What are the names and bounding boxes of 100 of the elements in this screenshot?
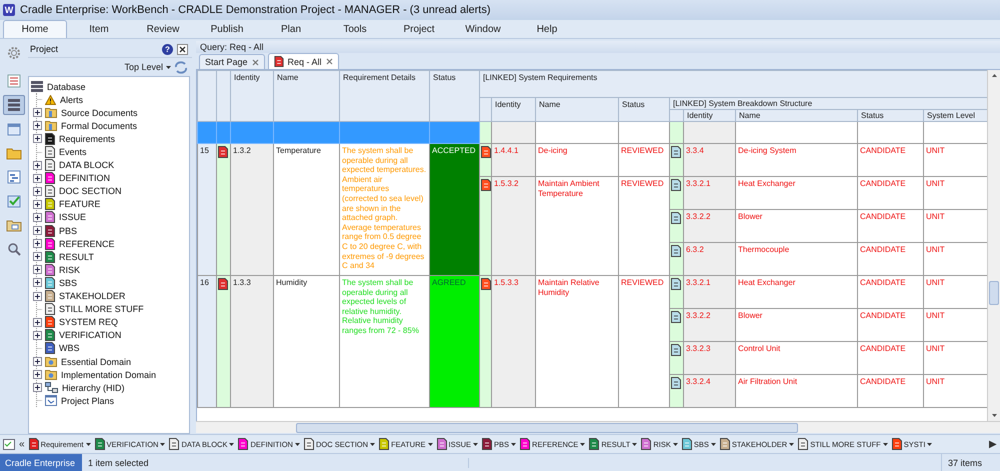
tree-item[interactable]: SYSTEM REQ xyxy=(59,317,118,328)
tree-item[interactable]: ISSUE xyxy=(59,212,86,222)
tree-item[interactable]: WBS xyxy=(59,343,80,354)
tree-item[interactable]: REFERENCE xyxy=(59,238,115,249)
column-header[interactable]: Name xyxy=(274,70,340,122)
caret-icon xyxy=(511,442,516,446)
ribbon-tab[interactable]: Home xyxy=(3,20,67,38)
close-button[interactable] xyxy=(177,44,188,54)
app-name: Cradle Enterprise xyxy=(0,454,82,471)
row-number: 16 xyxy=(198,276,216,408)
column-header[interactable]: Identity xyxy=(684,110,736,122)
document-tab[interactable]: Req - All xyxy=(268,53,339,69)
folder-icon xyxy=(45,107,57,118)
column-header[interactable]: Requirement Details xyxy=(340,70,430,122)
column-header[interactable]: System Level xyxy=(924,110,987,122)
tree-item[interactable]: RISK xyxy=(59,264,80,275)
expand-icon[interactable] xyxy=(33,265,42,274)
expand-icon[interactable] xyxy=(33,174,42,183)
scroll-right-button[interactable]: ▶ xyxy=(989,438,1000,450)
status-cell: AGREED xyxy=(430,276,480,408)
table-cell: 3.3.2.1 xyxy=(684,276,736,308)
expand-icon[interactable] xyxy=(33,121,42,130)
table-cell: 1.5.3.3 xyxy=(492,276,536,408)
table-cell: De-icing xyxy=(536,144,618,176)
expand-icon[interactable] xyxy=(33,278,42,288)
table-cell: 1.5.3.2 xyxy=(492,176,536,276)
tree-item[interactable]: STILL MORE STUFF xyxy=(59,304,144,314)
expand-icon[interactable] xyxy=(33,226,42,236)
caret-icon xyxy=(710,442,716,446)
expand-icon[interactable] xyxy=(33,108,42,118)
close-icon[interactable] xyxy=(252,58,259,66)
tree-item[interactable]: Hierarchy (HID) xyxy=(62,382,125,393)
tree-item[interactable]: SBS xyxy=(59,278,78,288)
tree-item[interactable]: DOC SECTION xyxy=(59,186,122,196)
caret-icon xyxy=(160,442,166,446)
expand-icon[interactable] xyxy=(33,200,42,209)
table-cell: 1.4.4.1 xyxy=(492,144,536,176)
hierarchy-icon xyxy=(45,382,58,394)
tree-item[interactable]: DEFINITION xyxy=(59,173,110,184)
tree-item[interactable]: VERIFICATION xyxy=(59,330,122,340)
ribbon-tab[interactable]: Help xyxy=(515,20,579,38)
expand-icon[interactable] xyxy=(33,357,42,366)
tree-item[interactable]: Requirements xyxy=(59,134,116,144)
expand-icon[interactable] xyxy=(33,134,42,144)
expand-icon[interactable] xyxy=(33,212,42,222)
scrollbar[interactable] xyxy=(987,70,1000,421)
column-header[interactable]: Name xyxy=(536,98,618,122)
document-icon xyxy=(671,146,681,158)
tree-item[interactable]: PBS xyxy=(59,226,78,236)
close-icon[interactable] xyxy=(326,58,333,65)
column-header[interactable]: Name xyxy=(736,110,858,122)
tree-item[interactable]: STAKEHOLDER xyxy=(59,291,126,302)
column-header[interactable]: Status xyxy=(618,98,670,122)
expand-icon[interactable] xyxy=(33,239,42,248)
tree-item[interactable]: Essential Domain xyxy=(61,356,132,367)
expand-icon[interactable] xyxy=(33,186,42,196)
column-header[interactable]: Identity xyxy=(492,98,536,122)
ribbon-tab[interactable]: Project xyxy=(387,20,451,38)
table-cell: 3.3.2.2 xyxy=(684,210,736,242)
caret-icon xyxy=(632,442,638,446)
tree-item[interactable]: FEATURE xyxy=(59,199,100,210)
scroll-thumb[interactable] xyxy=(296,422,798,432)
group-header: [LINKED] System Breakdown Structure xyxy=(670,98,987,110)
tree-item[interactable]: Alerts xyxy=(60,94,84,105)
scope-dropdown[interactable]: Top Level xyxy=(124,62,171,72)
ribbon-tab[interactable]: Publish xyxy=(195,20,259,38)
ribbon-tab[interactable]: Window xyxy=(451,20,515,38)
help-button[interactable]: ? xyxy=(162,44,173,54)
ribbon-tab[interactable]: Review xyxy=(131,20,195,38)
document-tab[interactable]: Start Page xyxy=(199,54,265,69)
tree-item[interactable]: Events xyxy=(59,147,87,158)
expand-icon[interactable] xyxy=(33,160,42,170)
expand-icon[interactable] xyxy=(33,330,42,340)
scrollbar[interactable] xyxy=(196,421,1000,433)
ribbon-tab[interactable]: Item xyxy=(67,20,131,38)
table-cell: Maintain Ambient Temperature xyxy=(536,176,618,276)
column-header[interactable]: Status xyxy=(430,70,480,122)
ribbon-tab[interactable]: Tools xyxy=(323,20,387,38)
expand-icon[interactable] xyxy=(33,318,42,327)
refresh-icon[interactable] xyxy=(174,60,188,74)
expand-icon[interactable] xyxy=(33,292,42,301)
tree-item[interactable]: Source Documents xyxy=(61,108,138,118)
column-header[interactable]: Status xyxy=(858,110,924,122)
tree-item[interactable]: Database xyxy=(47,82,86,92)
tree-item[interactable]: RESULT xyxy=(59,252,94,262)
checklist-icon[interactable] xyxy=(3,438,15,450)
sidebar-tool[interactable] xyxy=(3,95,25,115)
tree-item[interactable]: DATA BLOCK xyxy=(59,160,114,170)
expand-icon[interactable] xyxy=(33,252,42,262)
expand-icon[interactable] xyxy=(33,370,42,380)
expand-icon[interactable] xyxy=(33,383,42,392)
scroll-left-button[interactable]: « xyxy=(19,438,25,450)
ribbon-tab[interactable]: Plan xyxy=(259,20,323,38)
tree-item[interactable]: Project Plans xyxy=(61,396,114,406)
scroll-down-icon[interactable] xyxy=(992,414,996,417)
scroll-up-icon[interactable] xyxy=(992,74,996,77)
tree-item[interactable]: Implementation Domain xyxy=(61,370,156,380)
column-header[interactable]: Identity xyxy=(230,70,274,122)
tree-item[interactable]: Formal Documents xyxy=(61,120,138,131)
scroll-thumb[interactable] xyxy=(989,281,999,305)
